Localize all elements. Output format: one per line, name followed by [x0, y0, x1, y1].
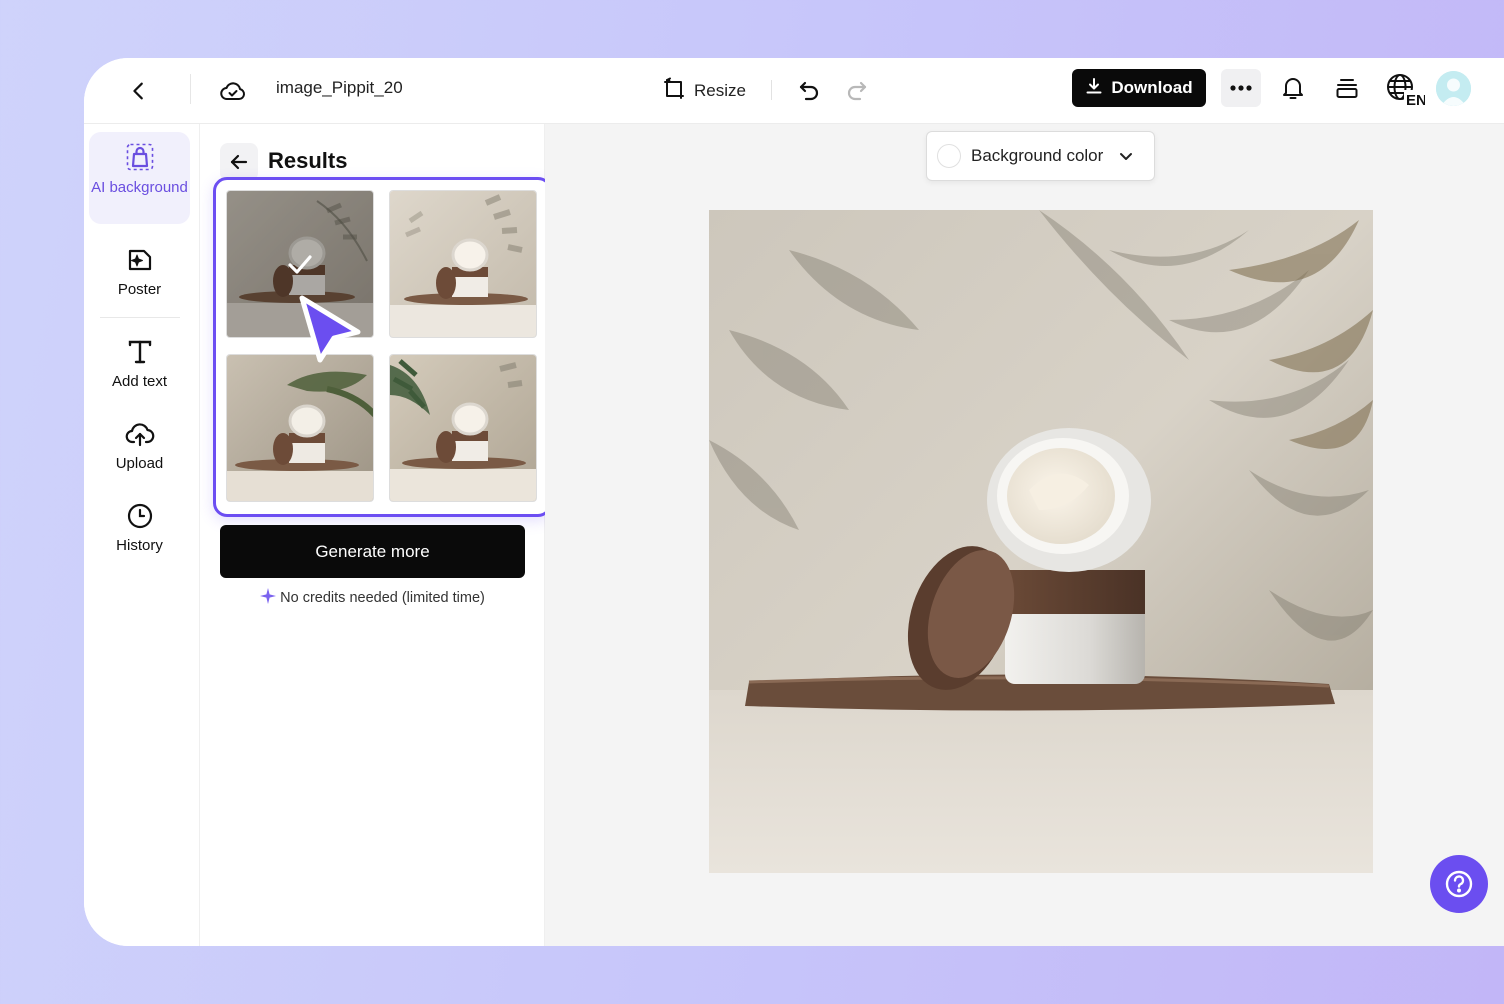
language-code: EN: [1406, 92, 1425, 107]
rail-item-label: History: [116, 537, 163, 554]
divider: [190, 74, 191, 104]
credits-text: No credits needed (limited time): [280, 590, 485, 606]
canvas-area: Background color: [545, 124, 1504, 946]
generate-more-button[interactable]: Generate more: [220, 525, 525, 578]
rail-item-label: Add text: [111, 373, 168, 390]
results-grid: [213, 177, 552, 517]
rail-item-history[interactable]: History: [89, 502, 190, 556]
resize-label: Resize: [694, 81, 746, 100]
help-button[interactable]: [1430, 855, 1488, 913]
more-options-icon[interactable]: [1221, 69, 1261, 107]
redo-icon[interactable]: [840, 73, 874, 107]
result-thumbnail-4[interactable]: [389, 354, 537, 502]
product-image[interactable]: [709, 210, 1373, 873]
credits-note: No credits needed (limited time): [220, 588, 525, 608]
bag-sparkle-icon: [125, 142, 155, 176]
layers-icon[interactable]: [1330, 71, 1364, 105]
checkmark-icon: [288, 255, 312, 274]
resize-icon: [662, 77, 686, 106]
rail-item-label: Upload: [115, 455, 164, 472]
download-label: Download: [1111, 78, 1193, 97]
panel-back-button[interactable]: [220, 143, 258, 181]
result-thumbnail-2[interactable]: [389, 190, 537, 338]
arrow-left-icon: [230, 154, 248, 170]
rail-item-poster[interactable]: Poster: [89, 246, 190, 300]
color-swatch: [937, 144, 961, 168]
results-panel: Results Generate more No credits needed …: [200, 124, 552, 946]
app-window: image_Pippit_20 Resize Download EN AI ba…: [84, 58, 1504, 946]
panel-title: Results: [268, 148, 348, 173]
rail-item-upload[interactable]: Upload: [89, 420, 190, 474]
rail-item-label: AI background: [91, 179, 188, 196]
cloud-saved-icon[interactable]: [216, 74, 250, 108]
bell-icon[interactable]: [1276, 71, 1310, 105]
background-color-label: Background color: [971, 146, 1104, 165]
file-name[interactable]: image_Pippit_20: [276, 78, 403, 98]
tool-rail: AI background Poster Add text Upload His…: [84, 124, 200, 946]
rail-item-label: Poster: [117, 281, 162, 298]
download-icon: [1085, 77, 1103, 100]
back-arrow-icon[interactable]: [122, 74, 156, 108]
result-thumbnail-3[interactable]: [226, 354, 374, 502]
top-bar: image_Pippit_20 Resize Download EN: [84, 58, 1504, 124]
poster-icon: [126, 246, 154, 278]
sparkle-icon: [260, 588, 277, 608]
rail-item-ai-background[interactable]: AI background: [89, 132, 190, 224]
text-icon: [126, 338, 154, 370]
chevron-down-icon: [1117, 147, 1135, 165]
pointer-cursor-icon: [294, 292, 364, 364]
cloud-upload-icon: [125, 420, 155, 452]
clock-icon: [126, 502, 154, 534]
undo-icon[interactable]: [792, 73, 826, 107]
background-color-dropdown[interactable]: Background color: [926, 131, 1155, 181]
language-globe-icon[interactable]: EN: [1384, 71, 1426, 109]
question-mark-icon: [1445, 870, 1473, 898]
divider: [100, 317, 180, 318]
resize-button[interactable]: Resize: [662, 74, 746, 108]
rail-item-add-text[interactable]: Add text: [89, 338, 190, 392]
download-button[interactable]: Download: [1072, 69, 1206, 107]
avatar[interactable]: [1436, 71, 1471, 106]
divider: [771, 80, 772, 100]
